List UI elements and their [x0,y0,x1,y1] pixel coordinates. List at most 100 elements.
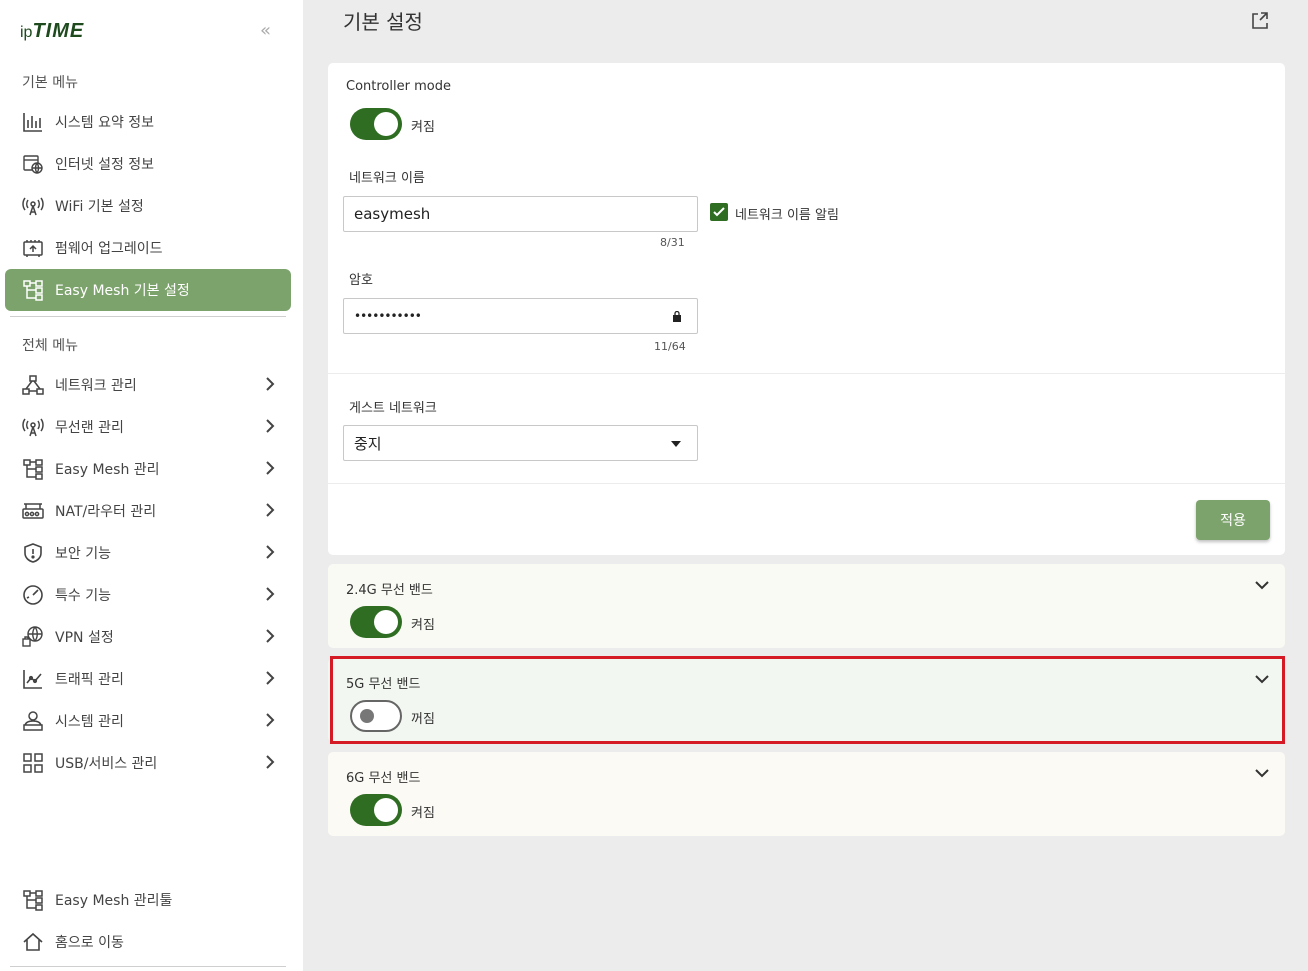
band-title: 2.4G 무선 밴드 [346,583,433,598]
band-24g-toggle[interactable] [350,606,402,638]
band-5g-panel[interactable]: 5G 무선 밴드 꺼짐 [328,658,1285,742]
vpn-globe-icon [22,626,44,648]
apply-button[interactable]: 적용 [1196,500,1270,540]
shield-icon [22,542,44,564]
iptime-logo[interactable]: ipTIME [20,20,84,43]
band-6g-panel[interactable]: 6G 무선 밴드 켜짐 [328,752,1285,836]
guest-network-select[interactable]: 중지 [343,425,698,461]
system-user-icon [22,710,44,732]
password-counter: 11/64 [654,340,686,353]
sidebar-item-system[interactable]: 시스템 관리 [5,700,291,742]
sidebar-item-wifi-basic[interactable]: WiFi 기본 설정 [5,185,291,227]
sidebar-item-label: USB/서비스 관리 [55,756,158,772]
sidebar-item-special[interactable]: 특수 기능 [5,574,291,616]
firmware-icon [22,237,44,259]
sidebar-item-label: 시스템 요약 정보 [55,115,155,131]
sidebar-divider [10,316,286,317]
chevron-right-icon [266,461,275,475]
sidebar-item-nat-router[interactable]: NAT/라우터 관리 [5,490,291,532]
sidebar-item-traffic[interactable]: 트래픽 관리 [5,658,291,700]
password-input[interactable]: ••••••••••• [343,298,698,334]
chevron-right-icon [266,755,275,769]
sidebar-item-label: 무선랜 관리 [55,420,124,436]
wifi-antenna-icon [22,416,44,438]
guest-network-label: 게스트 네트워크 [349,401,437,416]
caret-down-icon [671,441,681,447]
check-icon [713,207,725,217]
band-title: 5G 무선 밴드 [346,677,421,692]
sidebar-item-vpn[interactable]: VPN 설정 [5,616,291,658]
network-name-input[interactable]: easymesh [343,196,698,232]
broadcast-name-checkbox[interactable] [710,203,728,221]
lock-icon[interactable] [672,311,682,322]
basic-menu-title: 기본 메뉴 [22,75,78,91]
usb-grid-icon [22,752,44,774]
globe-doc-icon [22,153,44,175]
band-24g-panel[interactable]: 2.4G 무선 밴드 켜짐 [328,564,1285,648]
all-menu-title: 전체 메뉴 [22,338,78,354]
controller-mode-toggle[interactable] [350,108,402,140]
sidebar-item-security[interactable]: 보안 기능 [5,532,291,574]
band-title: 6G 무선 밴드 [346,771,421,786]
sidebar-item-label: VPN 설정 [55,630,114,646]
sidebar-item-label: 트래픽 관리 [55,672,124,688]
sidebar-item-label: 인터넷 설정 정보 [55,157,155,173]
wifi-antenna-icon [22,195,44,217]
sidebar-item-internet-info[interactable]: 인터넷 설정 정보 [5,143,291,185]
chevron-right-icon [266,503,275,517]
controller-mode-label: Controller mode [346,79,451,94]
sidebar-item-firmware[interactable]: 펌웨어 업그레이드 [5,227,291,269]
sidebar-item-easymesh-manage[interactable]: Easy Mesh 관리 [5,448,291,490]
sidebar-item-easymesh-tool[interactable]: Easy Mesh 관리툴 [5,879,291,921]
export-icon[interactable] [1250,10,1270,30]
sidebar-item-label: 네트워크 관리 [55,378,137,394]
broadcast-name-label: 네트워크 이름 알림 [735,208,839,223]
band-state: 켜짐 [411,618,435,633]
sidebar-item-label: Easy Mesh 기본 설정 [55,283,190,299]
network-icon [22,374,44,396]
sidebar-item-label: 펌웨어 업그레이드 [55,241,163,257]
band-6g-toggle[interactable] [350,794,402,826]
sidebar-item-system-summary[interactable]: 시스템 요약 정보 [5,101,291,143]
sidebar: ipTIME « 기본 메뉴 시스템 요약 정보 인터넷 설정 정보 WiFi … [0,0,303,971]
chevron-right-icon [266,713,275,727]
sidebar-item-label: 시스템 관리 [55,714,124,730]
mesh-icon [22,279,44,301]
guest-network-value: 중지 [354,434,382,453]
sidebar-item-label: WiFi 기본 설정 [55,199,144,215]
basic-settings-card: Controller mode 켜짐 네트워크 이름 easymesh 8/31… [328,63,1285,555]
page-title: 기본 설정 [343,10,423,34]
sidebar-item-label: 홈으로 이동 [55,935,124,951]
chevron-down-icon[interactable] [1255,580,1269,590]
password-value: ••••••••••• [354,309,422,323]
chevron-right-icon [266,545,275,559]
band-state: 꺼짐 [411,712,435,727]
sidebar-item-wireless[interactable]: 무선랜 관리 [5,406,291,448]
chevron-down-icon[interactable] [1255,768,1269,778]
sidebar-item-network[interactable]: 네트워크 관리 [5,364,291,406]
network-name-counter: 8/31 [660,236,685,249]
bar-chart-icon [22,111,44,133]
sidebar-item-label: Easy Mesh 관리 [55,462,160,478]
collapse-sidebar-icon[interactable]: « [260,20,271,41]
mesh-icon [22,889,44,911]
sidebar-item-label: 보안 기능 [55,546,111,562]
home-icon [22,931,44,953]
band-5g-toggle[interactable] [350,700,402,732]
sidebar-item-label: 특수 기능 [55,588,111,604]
sidebar-bottom-divider [10,966,286,967]
sidebar-item-usb-service[interactable]: USB/서비스 관리 [5,742,291,784]
section-divider [328,373,1285,374]
network-name-value: easymesh [354,205,431,223]
sidebar-item-home[interactable]: 홈으로 이동 [5,921,291,963]
chevron-right-icon [266,377,275,391]
traffic-chart-icon [22,668,44,690]
mesh-icon [22,458,44,480]
network-name-label: 네트워크 이름 [349,171,425,186]
chevron-right-icon [266,671,275,685]
controller-mode-state: 켜짐 [411,120,435,135]
band-state: 켜짐 [411,806,435,821]
sidebar-item-easymesh-basic[interactable]: Easy Mesh 기본 설정 [5,269,291,311]
sidebar-item-label: Easy Mesh 관리툴 [55,893,173,909]
chevron-down-icon[interactable] [1255,674,1269,684]
